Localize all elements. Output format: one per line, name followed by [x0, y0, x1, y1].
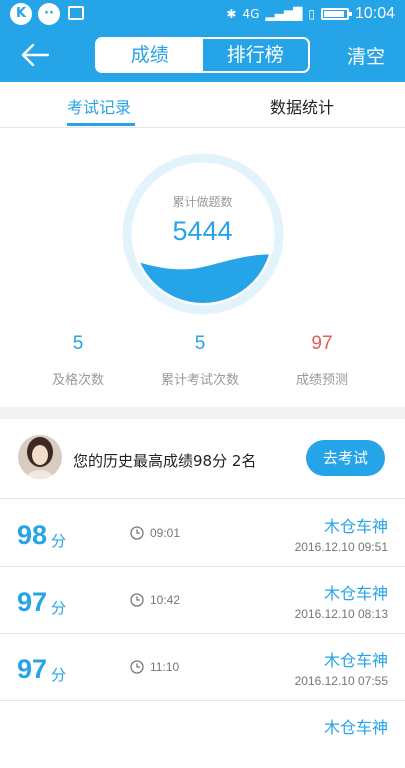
list-item[interactable]: 97 分 11:10 木仓车神 2016.12.10 07:55 [0, 634, 405, 701]
record-score-unit: 分 [51, 666, 67, 684]
sub-tabs: 考试记录 数据统计 [0, 82, 405, 128]
record-score: 97 [17, 587, 48, 617]
back-arrow-icon[interactable] [18, 38, 52, 72]
network-type: 4G [242, 7, 260, 21]
stat-label: 成绩预测 [295, 373, 348, 388]
clear-button[interactable]: 清空 [347, 42, 385, 69]
record-date: 2016.12.10 07:55 [294, 674, 388, 688]
clock-icon [130, 593, 144, 607]
bluetooth-icon: ✱ [226, 7, 237, 21]
tab-scores[interactable]: 成绩 [97, 39, 203, 71]
image-icon [68, 6, 84, 20]
exam-record-list: 98 分 09:01 木仓车神 2016.12.10 09:51 97 分 10… [0, 500, 405, 768]
stat-value: 5 [72, 333, 84, 354]
stat-pass-count: 5 及格次数 [18, 333, 138, 388]
record-title: 木仓车神 [323, 584, 388, 603]
record-score: 98 [17, 520, 48, 550]
nav-bar: 成绩 排行榜 清空 [0, 28, 405, 82]
stat-label: 累计考试次数 [160, 373, 239, 388]
record-score: 97 [17, 654, 48, 684]
tab-exam-records[interactable]: 考试记录 [67, 94, 131, 118]
stat-label: 及格次数 [51, 373, 104, 388]
gauge-label: 累计做题数 [172, 195, 233, 209]
k-app-icon: K [10, 3, 32, 25]
record-title: 木仓车神 [323, 651, 388, 670]
record-date: 2016.12.10 08:13 [294, 607, 388, 621]
clock-icon [130, 660, 144, 674]
record-duration: 09:01 [150, 526, 181, 540]
record-duration: 11:10 [150, 660, 180, 674]
record-duration: 10:42 [150, 593, 181, 607]
tab-ranking[interactable]: 排行榜 [203, 39, 309, 71]
list-item[interactable]: 97 分 10:42 木仓车神 2016.12.10 08:13 [0, 567, 405, 634]
list-item[interactable]: 98 分 09:01 木仓车神 2016.12.10 09:51 [0, 500, 405, 567]
segmented-control: 成绩 排行榜 [95, 37, 310, 73]
clock-icon [130, 526, 144, 540]
active-tab-indicator [67, 123, 135, 126]
chat-app-icon: ·· [38, 3, 60, 25]
status-icons: ✱ 4G ▂▄▆█ ▯ 10:04 [226, 0, 395, 28]
record-score-unit: 分 [51, 532, 67, 550]
signal-icon: ▂▄▆█ [265, 7, 303, 21]
stat-value: 5 [194, 333, 206, 354]
stat-value: 97 [311, 333, 333, 354]
record-title: 木仓车神 [323, 517, 388, 536]
gauge-value: 5444 [172, 216, 233, 246]
record-date: 2016.12.10 09:51 [294, 540, 388, 554]
best-score-row: 您的历史最高成绩98分 2名 去考试 [0, 419, 405, 499]
status-bar: K ·· ✱ 4G ▂▄▆█ ▯ 10:04 [0, 0, 405, 28]
list-item[interactable]: 木仓车神 [0, 701, 405, 768]
stat-score-prediction: 97 成绩预测 [262, 333, 382, 388]
record-title: 木仓车神 [323, 718, 388, 737]
avatar[interactable] [18, 435, 62, 479]
take-exam-button[interactable]: 去考试 [306, 440, 385, 476]
battery-icon [320, 8, 352, 20]
sim-icon: ▯ [308, 7, 315, 21]
stat-exam-count: 5 累计考试次数 [140, 333, 260, 388]
tab-data-statistics[interactable]: 数据统计 [270, 94, 334, 118]
section-divider [0, 407, 405, 419]
status-time: 10:04 [354, 5, 395, 22]
record-score-unit: 分 [51, 599, 67, 617]
best-score-text: 您的历史最高成绩98分 2名 [73, 452, 257, 470]
